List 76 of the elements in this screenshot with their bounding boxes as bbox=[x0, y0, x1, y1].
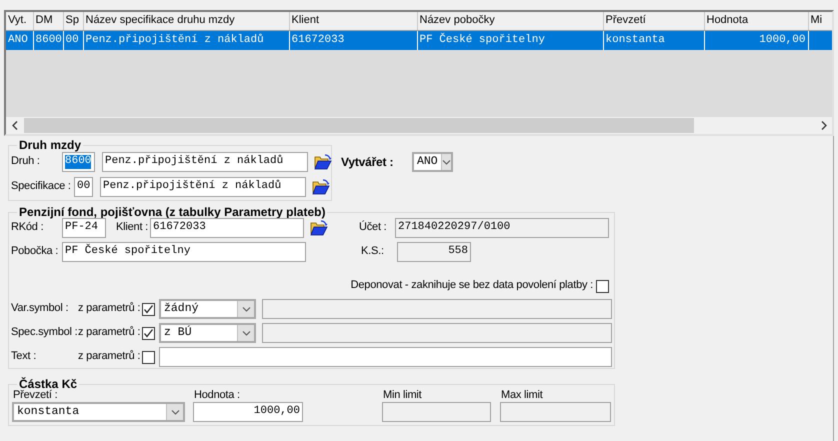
dropdown[interactable]: z BÚ bbox=[159, 323, 256, 343]
table-cell: 00 bbox=[63, 30, 83, 50]
column-header[interactable]: Sp bbox=[63, 12, 83, 30]
table-cell: ANO bbox=[6, 30, 33, 50]
check-icon bbox=[143, 304, 154, 314]
field-label: Pobočka : bbox=[11, 245, 60, 259]
field-label: Spec.symbol : bbox=[11, 326, 78, 340]
text-field[interactable]: 1000,00 bbox=[193, 402, 303, 422]
field-label: K.S.: bbox=[361, 245, 385, 259]
text-field[interactable]: PF České spořitelny bbox=[62, 242, 306, 262]
field-label: RKód : bbox=[11, 221, 44, 235]
field-label: Var.symbol : bbox=[11, 302, 70, 316]
field-label: Specifikace : bbox=[11, 180, 72, 194]
readonly-field[interactable]: 558 bbox=[397, 242, 471, 262]
readonly-field[interactable] bbox=[262, 323, 612, 343]
column-header[interactable]: Vyt. bbox=[6, 12, 33, 30]
code-field[interactable]: 8600 bbox=[62, 152, 95, 172]
readonly-field[interactable]: 271840220297/0100 bbox=[395, 218, 609, 238]
text-field[interactable] bbox=[159, 347, 612, 367]
table-cell: PF České spořitelny bbox=[417, 30, 603, 50]
column-header[interactable]: Hodnota bbox=[704, 12, 808, 30]
table-cell: Penz.připojištění z nákladů bbox=[83, 30, 289, 50]
folder-icon[interactable] bbox=[314, 154, 332, 170]
readonly-field[interactable] bbox=[262, 299, 612, 319]
field-label: Deponovat - zaknihuje se bez data povolení platby : bbox=[350, 279, 593, 293]
field-label: Hodnota : bbox=[194, 389, 241, 403]
text-field[interactable]: PF-24 bbox=[62, 218, 106, 238]
field-label: z parametrů : bbox=[78, 302, 141, 316]
text-field[interactable]: 61672033 bbox=[150, 218, 304, 238]
caret-icon[interactable] bbox=[170, 409, 180, 415]
field-label: Převzetí : bbox=[13, 389, 58, 403]
field-label: Text : bbox=[11, 350, 38, 364]
code-field[interactable]: 00 bbox=[74, 177, 93, 197]
horizontal-scrollbar[interactable] bbox=[6, 117, 832, 134]
folder-icon[interactable] bbox=[310, 220, 328, 236]
scroll-left-icon[interactable] bbox=[12, 121, 18, 130]
folder-icon[interactable] bbox=[312, 179, 330, 195]
field-label: Účet : bbox=[359, 221, 388, 235]
column-header[interactable]: DM bbox=[33, 12, 63, 30]
table-cell: 1000,00 bbox=[704, 30, 808, 50]
dropdown[interactable]: žádný bbox=[159, 299, 256, 319]
field-label: Min limit bbox=[383, 389, 423, 403]
scroll-right-icon[interactable] bbox=[820, 121, 826, 130]
field-label: z parametrů : bbox=[78, 326, 141, 340]
column-header[interactable]: Mi bbox=[808, 12, 832, 30]
field-label: Max limit bbox=[501, 389, 544, 403]
field-label: Druh : bbox=[11, 155, 41, 169]
table-row[interactable]: ANO 8600 00 Penz.připojištění z nákladů 61672033 PF České spořitelny konstanta 1000,00 bbox=[6, 30, 832, 50]
checkbox[interactable] bbox=[142, 350, 155, 364]
group-title: Penzijní fond, pojišťovna (z tabulky Parametry plateb) bbox=[18, 206, 326, 218]
checkbox[interactable] bbox=[142, 302, 155, 316]
column-header[interactable]: Název pobočky bbox=[417, 12, 603, 30]
field-label: z parametrů : bbox=[78, 350, 141, 364]
checkbox[interactable] bbox=[596, 280, 609, 292]
field-label: Klient : bbox=[116, 221, 149, 235]
checkbox[interactable] bbox=[142, 326, 155, 340]
text-field[interactable]: Penz.připojištění z nákladů bbox=[100, 177, 306, 197]
table-cell: 61672033 bbox=[289, 30, 417, 50]
dropdown[interactable]: ANO bbox=[412, 152, 453, 172]
readonly-field[interactable] bbox=[382, 402, 491, 422]
check-icon bbox=[143, 328, 154, 338]
group-title: Částka Kč bbox=[19, 378, 78, 390]
group-title: Druh mzdy bbox=[18, 139, 82, 151]
column-header[interactable]: Převzetí bbox=[603, 12, 704, 30]
dropdown[interactable]: konstanta bbox=[12, 402, 185, 422]
text-field[interactable]: Penz.připojištění z nákladů bbox=[102, 152, 308, 172]
scrollbar-thumb[interactable] bbox=[24, 118, 694, 133]
table-cell: 8600 bbox=[33, 30, 63, 50]
table-cell: konstanta bbox=[603, 30, 704, 50]
readonly-field[interactable] bbox=[500, 402, 611, 422]
caret-icon[interactable] bbox=[442, 159, 451, 165]
column-header[interactable]: Klient bbox=[289, 12, 417, 30]
field-label: Vytvářet : bbox=[341, 154, 394, 170]
caret-icon[interactable] bbox=[242, 330, 250, 336]
caret-icon[interactable] bbox=[242, 306, 250, 312]
column-header[interactable]: Název specifikace druhu mzdy bbox=[83, 12, 289, 30]
